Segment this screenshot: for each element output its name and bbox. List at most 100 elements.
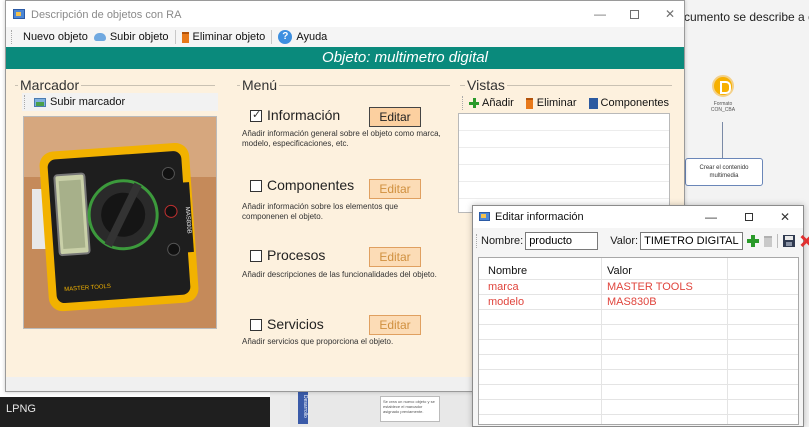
background-flow-box: Crear el contenido multimedia [685,158,763,186]
value-input[interactable] [640,232,744,250]
procesos-checkbox[interactable] [250,250,262,262]
add-view-label: Añadir [482,97,514,109]
menu-item-label: Componentes [267,177,355,193]
delete-view-button[interactable]: Eliminar [523,94,580,112]
help-button[interactable]: ? Ayuda [275,28,330,46]
table-row[interactable] [479,310,798,325]
help-label: Ayuda [296,31,328,43]
background-taskbar: LPNG [0,397,270,427]
toolbar-grip[interactable] [11,30,14,44]
image-icon [34,97,46,107]
cell-nombre[interactable]: modelo [488,295,598,310]
list-item[interactable] [459,114,669,131]
table-row[interactable]: modelo MAS830B [479,295,798,310]
delete-object-button[interactable]: Eliminar objeto [179,28,269,46]
list-item[interactable] [459,165,669,182]
vistas-toolbar: Añadir Eliminar Componentes [460,94,672,112]
dialog-title-bar: Editar información — ✕ [473,206,803,228]
delete-view-label: Eliminar [536,97,577,109]
edit-info-dialog: Editar información — ✕ Nombre: Valor: No… [472,205,804,427]
info-grid[interactable]: Nombre Valor marca MASTER TOOLS modelo M… [478,257,799,425]
background-flow-node-icon [712,75,734,97]
menu-item-label: Procesos [267,247,326,263]
cell-valor[interactable]: MASTER TOOLS [607,280,722,295]
vistas-group-title: Vistas [465,77,507,93]
trash-icon [181,31,189,43]
add-row-icon[interactable] [747,235,760,247]
save-icon[interactable] [783,235,796,247]
title-bar: Descripción de objetos con RA — ✕ [6,1,684,27]
object-banner: Objeto: multimetro digital [6,47,684,69]
delete-object-label: Eliminar objeto [192,31,266,43]
list-item[interactable] [459,148,669,165]
toolbar-separator [271,30,273,44]
menu-item-label: Servicios [267,316,324,332]
close-button[interactable]: ✕ [658,6,682,22]
menu-group-title: Menú [240,77,280,93]
table-row[interactable] [479,400,798,415]
marcador-group-title: Marcador [18,77,82,93]
dialog-maximize-button[interactable] [739,209,759,225]
menu-item-label: Información [267,107,341,123]
edit-procesos-button[interactable]: Editar [369,247,421,267]
background-flow-connector [722,122,723,158]
informacion-checkbox[interactable] [250,108,262,122]
table-row[interactable]: marca MASTER TOOLS [479,280,798,295]
background-document-text: cumento se describe a d [684,10,809,24]
column-header-nombre[interactable]: Nombre [488,264,598,279]
cloud-upload-icon [93,33,106,41]
marker-image: MAS830B MASTER TOOLS [23,116,217,329]
dialog-close-button[interactable]: ✕ [775,209,795,225]
upload-object-label: Subir objeto [109,31,169,43]
edit-componentes-button[interactable]: Editar [369,179,421,199]
toolbar-separator [777,234,779,248]
list-item[interactable] [459,131,669,148]
delete-row-icon[interactable] [764,235,773,247]
menu-item-description: Añadir información general sobre el obje… [242,129,441,148]
toolbar-grip[interactable] [462,96,463,110]
app-icon [13,9,25,19]
marcador-toolbar: Subir marcador [22,93,218,111]
grid-header-row: Nombre Valor [479,260,798,280]
dialog-minimize-button[interactable]: — [701,209,721,225]
add-view-button[interactable]: Añadir [466,94,517,112]
table-row[interactable] [479,340,798,355]
app-icon [479,212,490,221]
views-list[interactable] [458,113,670,213]
componentes-checkbox[interactable] [250,180,262,192]
background-document-side-tab: Desarrollo [298,388,308,424]
background-taskbar-label: LPNG [6,403,36,415]
edit-servicios-button[interactable]: Editar [369,315,421,335]
toolbar-separator [174,30,176,44]
minimize-button[interactable]: — [588,6,612,22]
new-object-label: Nuevo objeto [23,31,88,43]
window-title: Descripción de objetos con RA [31,9,182,21]
cancel-icon[interactable] [800,235,809,247]
upload-marker-button[interactable]: Subir marcador [31,93,128,111]
name-input[interactable] [525,232,599,250]
table-row[interactable] [479,370,798,385]
table-row[interactable] [479,385,798,400]
toolbar-grip[interactable] [476,234,477,248]
cell-nombre[interactable]: marca [488,280,598,295]
menu-item-description: Añadir servicios que proporciona el obje… [242,337,394,346]
servicios-checkbox[interactable] [250,319,262,331]
edit-informacion-button[interactable]: Editar [369,107,421,127]
maximize-icon [745,213,753,221]
object-title: Objeto: multimetro digital [322,49,488,66]
new-object-button[interactable]: Nuevo objeto [20,28,91,46]
components-label: Componentes [600,97,670,109]
menu-item-description: Añadir descripciones de las funcionalida… [242,270,437,279]
table-row[interactable] [479,355,798,370]
toolbar-grip[interactable] [24,95,27,109]
maximize-button[interactable] [622,6,646,22]
upload-marker-label: Subir marcador [50,96,126,108]
name-label: Nombre: [481,235,524,247]
upload-object-button[interactable]: Subir objeto [91,28,172,46]
components-button[interactable]: Componentes [586,94,673,112]
cell-valor[interactable]: MAS830B [607,295,722,310]
column-header-valor[interactable]: Valor [607,264,722,279]
table-row[interactable] [479,325,798,340]
dialog-toolbar: Nombre: Valor: [475,230,801,252]
list-item[interactable] [459,182,669,199]
